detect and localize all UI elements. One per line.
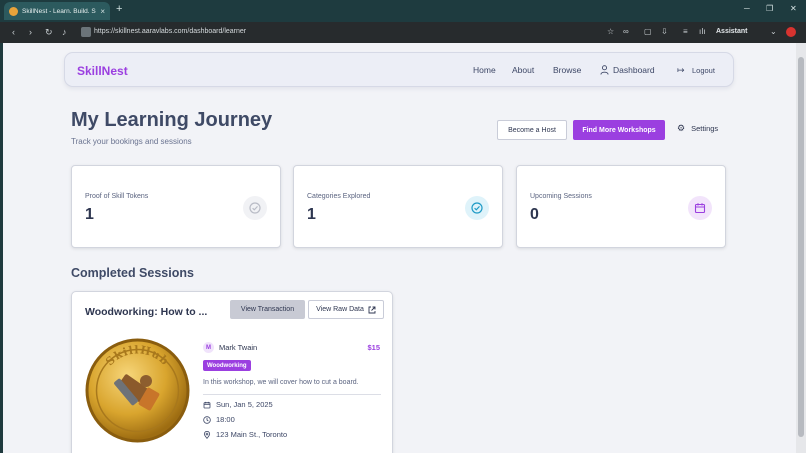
settings-button[interactable]: ⚙ Settings: [677, 123, 718, 134]
session-card: Woodworking: How to ... View Transaction…: [71, 291, 393, 453]
stat-card-tokens: Proof of Skill Tokens 1: [71, 165, 281, 248]
browser-tab[interactable]: SkillNest - Learn. Build. Share. ×: [4, 2, 110, 20]
extension-icon[interactable]: ▢: [644, 27, 652, 36]
check-circle-icon: [243, 196, 267, 220]
microphone-icon[interactable]: ♪: [62, 27, 67, 37]
session-date: Sun, Jan 5, 2025: [216, 400, 273, 409]
logout-icon[interactable]: ↦: [677, 65, 685, 76]
find-workshops-button[interactable]: Find More Workshops: [573, 120, 665, 140]
check-circle-icon: [465, 196, 489, 220]
avatar: M: [203, 342, 214, 353]
view-raw-data-label: View Raw Data: [316, 306, 364, 313]
assistant-button[interactable]: Assistant: [716, 28, 748, 35]
divider: [203, 394, 381, 395]
user-icon: [600, 65, 609, 75]
nav-browse[interactable]: Browse: [553, 65, 581, 75]
session-date-row: Sun, Jan 5, 2025: [203, 400, 273, 409]
session-location-row: 123 Main St., Toronto: [203, 430, 287, 439]
clock-icon: [203, 415, 211, 424]
host-name: Mark Twain: [219, 343, 258, 352]
skill-token-coin: SkillHub: [85, 338, 190, 443]
back-icon[interactable]: ‹: [12, 27, 15, 37]
audio-icon[interactable]: ıIı: [699, 27, 706, 36]
bookmark-star-icon[interactable]: ☆: [607, 27, 614, 36]
brand-logo[interactable]: SkillNest: [77, 64, 128, 78]
settings-label: Settings: [691, 124, 719, 133]
maximize-icon[interactable]: ❐: [766, 4, 773, 13]
page-title: My Learning Journey: [71, 109, 273, 131]
stat-value: 1: [85, 206, 94, 223]
stat-value: 1: [307, 206, 316, 223]
stat-label: Upcoming Sessions: [530, 193, 592, 200]
address-bar: ‹ › ↻ ♪ https://skillnest.aaravlabs.com/…: [0, 22, 806, 43]
session-location: 123 Main St., Toronto: [216, 430, 288, 439]
new-tab-button[interactable]: +: [116, 3, 122, 15]
reload-icon[interactable]: ↻: [45, 27, 53, 38]
view-raw-data-button[interactable]: View Raw Data: [308, 300, 384, 319]
become-host-button[interactable]: Become a Host: [497, 120, 567, 140]
category-badge: Woodworking: [203, 360, 251, 371]
scrollbar-thumb[interactable]: [798, 57, 804, 437]
site-info-icon[interactable]: [81, 27, 91, 37]
stat-label: Proof of Skill Tokens: [85, 193, 149, 200]
session-title: Woodworking: How to ...: [85, 306, 208, 318]
view-transaction-button[interactable]: View Transaction: [230, 300, 305, 319]
shield-extension-icon[interactable]: [786, 27, 796, 37]
window-close-icon[interactable]: ✕: [790, 4, 797, 13]
site-navbar: SkillNest Home About Browse Dashboard ↦ …: [64, 52, 734, 87]
tab-close-icon[interactable]: ×: [100, 7, 105, 16]
stat-value: 0: [530, 206, 539, 223]
session-price: $15: [367, 343, 380, 352]
nav-home[interactable]: Home: [473, 65, 496, 75]
gear-icon: ⚙: [677, 123, 686, 133]
session-description: In this workshop, we will cover how to c…: [203, 379, 359, 386]
browser-tab-bar: SkillNest - Learn. Build. Share. × + ─ ❐…: [0, 0, 806, 22]
calendar-icon: [203, 401, 211, 408]
link-icon[interactable]: ∞: [623, 27, 629, 36]
session-time-row: 18:00: [203, 415, 235, 424]
reading-list-icon[interactable]: ≡: [683, 27, 688, 36]
completed-sessions-heading: Completed Sessions: [71, 266, 194, 280]
stat-label: Categories Explored: [307, 193, 371, 200]
calendar-icon: [688, 196, 712, 220]
map-pin-icon: [203, 430, 211, 439]
url-field[interactable]: https://skillnest.aaravlabs.com/dashboar…: [94, 28, 246, 35]
nav-about[interactable]: About: [512, 65, 534, 75]
menu-chevron-icon[interactable]: ⌄: [770, 27, 777, 36]
session-time: 18:00: [216, 415, 235, 424]
tab-title: SkillNest - Learn. Build. Share.: [22, 7, 96, 15]
download-icon[interactable]: ⇩: [661, 27, 668, 36]
minimize-icon[interactable]: ─: [744, 4, 750, 13]
page-subtitle: Track your bookings and sessions: [71, 137, 192, 146]
nav-logout[interactable]: Logout: [692, 66, 715, 75]
stat-card-upcoming: Upcoming Sessions 0: [516, 165, 726, 248]
external-link-icon: [368, 306, 376, 313]
forward-icon[interactable]: ›: [29, 27, 32, 37]
stat-card-categories: Categories Explored 1: [293, 165, 503, 248]
page-scrollbar[interactable]: [796, 43, 806, 453]
favicon-icon: [9, 6, 18, 16]
page-viewport: SkillNest Home About Browse Dashboard ↦ …: [3, 43, 796, 453]
nav-dashboard[interactable]: Dashboard: [613, 65, 655, 75]
